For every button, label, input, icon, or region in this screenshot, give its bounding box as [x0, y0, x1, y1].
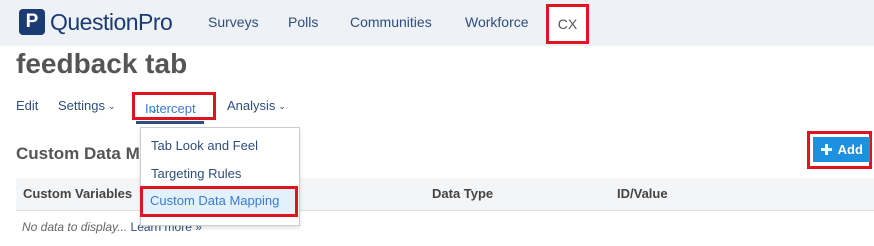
nav-surveys[interactable]: Surveys: [208, 14, 259, 30]
subnav-analysis[interactable]: Analysis ⌄: [227, 98, 286, 113]
nav-cx-label: CX: [557, 16, 578, 32]
column-header-data-type: Data Type: [432, 186, 494, 201]
subnav-intercept[interactable]: Intercept ⌄: [132, 92, 216, 120]
nav-polls[interactable]: Polls: [288, 14, 318, 30]
empty-state-text: No data to display...: [22, 220, 128, 234]
add-button-label: Add: [837, 142, 863, 157]
menu-item-custom-data-mapping-label: Custom Data Mapping: [150, 193, 280, 208]
menu-item-targeting-rules[interactable]: Targeting Rules: [151, 166, 241, 181]
logo-mark-icon: P: [19, 9, 45, 35]
chevron-down-icon: ⌄: [148, 101, 159, 116]
column-header-custom-variables: Custom Variables: [23, 186, 133, 201]
top-navigation-bar: P QuestionPro Surveys Polls Communities …: [0, 0, 874, 46]
section-title: Custom Data Ma: [16, 144, 150, 163]
chevron-down-icon: ⌄: [107, 101, 116, 111]
logo-text: QuestionPro: [50, 8, 173, 35]
subnav-settings-label: Settings: [58, 98, 105, 113]
menu-item-tab-look-and-feel[interactable]: Tab Look and Feel: [151, 138, 258, 153]
add-button[interactable]: ✚ Add: [813, 137, 870, 162]
nav-communities[interactable]: Communities: [350, 14, 432, 30]
questionpro-logo[interactable]: P QuestionPro: [19, 8, 173, 36]
subnav-edit[interactable]: Edit: [16, 98, 38, 113]
subnav-analysis-label: Analysis: [227, 98, 276, 113]
chevron-down-icon: ⌄: [278, 101, 286, 111]
subnav-settings[interactable]: Settings ⌄: [58, 98, 116, 113]
column-header-id-value: ID/Value: [617, 186, 668, 201]
menu-item-custom-data-mapping[interactable]: Custom Data Mapping: [143, 189, 295, 214]
active-tab-indicator: [136, 121, 204, 124]
plus-icon: ✚: [820, 141, 833, 159]
nav-workforce[interactable]: Workforce: [465, 14, 529, 30]
page-title: feedback tab: [16, 48, 188, 79]
nav-cx[interactable]: CX: [546, 4, 589, 44]
